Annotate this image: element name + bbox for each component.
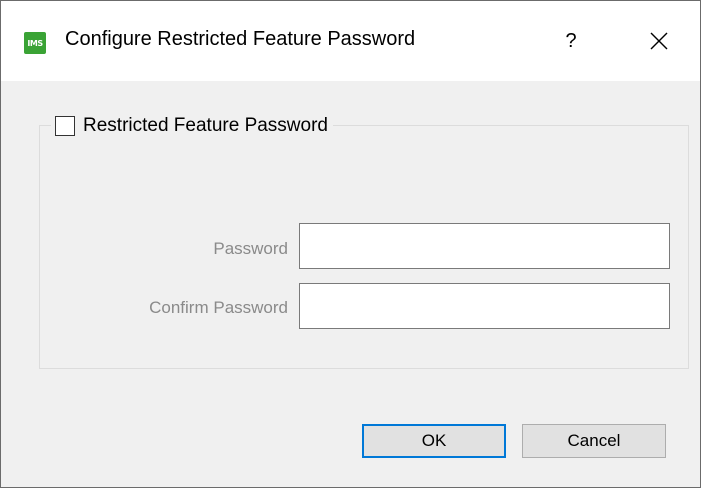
help-icon: ?	[565, 29, 577, 52]
close-icon	[650, 32, 668, 50]
checkbox-box[interactable]	[55, 116, 75, 136]
ok-button[interactable]: OK	[362, 424, 506, 458]
app-icon-text: IMS	[27, 38, 43, 48]
confirm-password-input[interactable]	[299, 283, 670, 329]
close-button[interactable]	[637, 23, 681, 59]
title-bar: IMS Configure Restricted Feature Passwor…	[1, 1, 700, 81]
app-icon: IMS	[24, 32, 46, 54]
restricted-password-checkbox[interactable]: Restricted Feature Password	[51, 113, 333, 139]
password-label: Password	[213, 239, 288, 258]
help-button[interactable]: ?	[549, 23, 593, 59]
dialog-window: IMS Configure Restricted Feature Passwor…	[0, 0, 701, 488]
password-input[interactable]	[299, 223, 670, 269]
cancel-button[interactable]: Cancel	[522, 424, 666, 458]
confirm-password-label: Confirm Password	[149, 298, 288, 317]
dialog-title: Configure Restricted Feature Password	[65, 28, 416, 50]
checkbox-label: Restricted Feature Password	[83, 115, 328, 136]
